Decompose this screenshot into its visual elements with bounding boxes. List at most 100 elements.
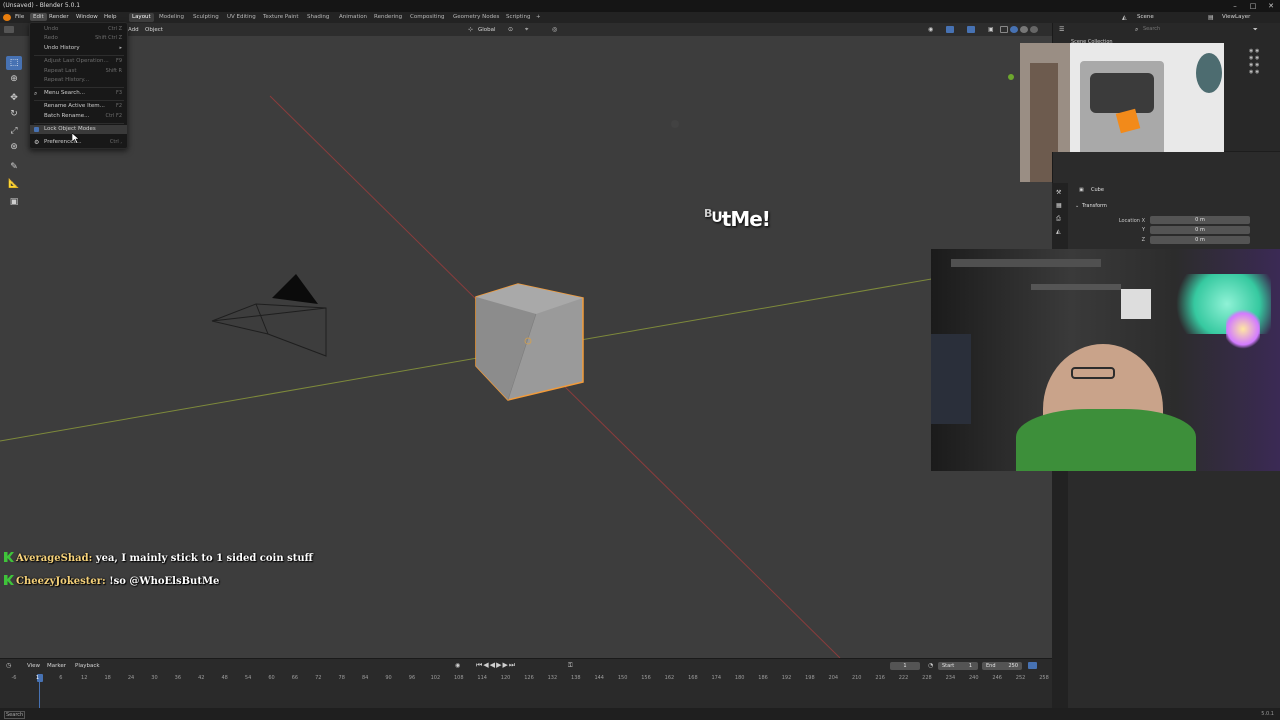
transform-icon[interactable]: ⊛ <box>6 140 22 154</box>
panel-collapse-icon[interactable]: ⌄ <box>1075 203 1079 209</box>
tab-modeling[interactable]: Modeling <box>156 13 187 22</box>
menu-edit[interactable]: Edit <box>30 13 47 21</box>
end-frame-field[interactable]: End 250 <box>982 662 1022 670</box>
menu-render[interactable]: Render <box>49 14 69 20</box>
menu-search-label: Menu Search... <box>44 90 85 96</box>
add-workspace-button[interactable]: + <box>533 13 544 22</box>
transform-orientation-dropdown[interactable]: Global <box>478 27 496 33</box>
editor-type-icon[interactable] <box>4 26 14 33</box>
outliner-search-input[interactable]: Search <box>1143 26 1160 32</box>
menu-item-batch-rename[interactable]: Batch Rename... Ctrl F2 <box>30 112 127 121</box>
tab-shading[interactable]: Shading <box>304 13 332 22</box>
timeline-menu-playback[interactable]: Playback <box>75 663 100 669</box>
chat-username: CheezyJokester: <box>16 576 106 587</box>
menu-item-undo-history[interactable]: Undo History ▸ <box>30 44 127 53</box>
filter-icon[interactable]: ⏷ <box>1253 26 1258 34</box>
tab-texture-paint[interactable]: Texture Paint <box>260 13 302 22</box>
output-tab-icon[interactable]: ⎙ <box>1056 215 1061 223</box>
close-icon[interactable]: ✕ <box>1262 0 1280 12</box>
transform-panel-title[interactable]: Transform <box>1082 203 1107 209</box>
menu-item-redo[interactable]: Redo Shift Ctrl Z <box>30 34 127 43</box>
shading-solid-icon[interactable] <box>1010 26 1018 33</box>
timeline-editor-icon[interactable]: ◷ <box>6 662 11 669</box>
visibility-toggle-icons[interactable]: ◉ ◉ ◉ ◉ ◉ ◉ ◉ ◉ <box>1249 48 1259 76</box>
snap-icon[interactable]: ⌖ <box>525 26 528 34</box>
stopwatch-icon[interactable]: ◔ <box>928 662 933 669</box>
shading-wireframe-icon[interactable] <box>1000 26 1008 33</box>
location-z-field[interactable]: 0 m <box>1150 236 1250 244</box>
kick-badge-icon <box>4 552 14 562</box>
menu-object[interactable]: Object <box>145 27 163 33</box>
annotate-icon[interactable]: ✎ <box>6 160 22 174</box>
tab-animation[interactable]: Animation <box>336 13 370 22</box>
menu-item-menu-search[interactable]: ⌕ Menu Search... F3 <box>30 89 127 98</box>
current-frame-field[interactable]: 1 <box>890 662 920 670</box>
tab-compositing[interactable]: Compositing <box>407 13 447 22</box>
blender-logo-icon[interactable] <box>3 14 11 21</box>
outliner-editor-icon[interactable]: ☰ <box>1059 26 1064 33</box>
move-icon[interactable]: ✥ <box>6 91 22 105</box>
timeline-menu-marker[interactable]: Marker <box>47 663 66 669</box>
shading-rendered-icon[interactable] <box>1030 26 1038 33</box>
frame-tick-label: 36 <box>174 675 182 681</box>
tab-layout[interactable]: Layout <box>129 13 154 22</box>
tab-uv-editing[interactable]: UV Editing <box>224 13 259 22</box>
keying-icon[interactable]: ⚿ <box>568 662 573 670</box>
location-y-field[interactable]: 0 m <box>1150 226 1250 234</box>
measure-icon[interactable]: 📐 <box>6 177 22 191</box>
view-layer-selector[interactable]: ViewLayer <box>1222 14 1250 20</box>
scene-tab-icon[interactable]: ◭ <box>1056 228 1061 235</box>
cursor-icon[interactable]: ⊕ <box>6 72 22 86</box>
proportional-edit-icon[interactable]: ◎ <box>552 26 557 33</box>
chat-message: CheezyJokester: !so @WhoElsButMe <box>4 575 219 587</box>
view-layer-icon[interactable]: ▤ <box>1208 14 1214 21</box>
menu-item-repeat-history[interactable]: Repeat History... <box>30 76 127 85</box>
minimize-icon[interactable]: – <box>1226 0 1244 12</box>
pivot-icon[interactable]: ⊙ <box>508 26 513 33</box>
tab-rendering[interactable]: Rendering <box>371 13 405 22</box>
maximize-icon[interactable]: □ <box>1244 0 1262 12</box>
render-tab-icon[interactable]: ▦ <box>1056 202 1062 209</box>
location-x-field[interactable]: 0 m <box>1150 216 1250 224</box>
tab-scripting[interactable]: Scripting <box>503 13 533 22</box>
menu-item-rename-active[interactable]: Rename Active Item... F2 <box>30 102 127 111</box>
tab-geometry-nodes[interactable]: Geometry Nodes <box>450 13 502 22</box>
3d-viewport[interactable] <box>0 36 1052 658</box>
playback-controls-icon[interactable]: ⏮◀◀▶▶⏭ <box>476 661 516 670</box>
gizmo-toggle-icon[interactable] <box>946 26 954 33</box>
statusbar-search-input[interactable]: Search <box>4 711 26 719</box>
frame-tick-label: 12 <box>81 675 88 681</box>
shading-material-icon[interactable] <box>1020 26 1028 33</box>
scene-icon[interactable]: ◭ <box>1122 14 1127 21</box>
add-cube-icon[interactable]: ▣ <box>6 195 22 209</box>
start-frame-field[interactable]: Start 1 <box>938 662 978 670</box>
status-bar: Search 5.0.1 <box>0 708 1280 720</box>
record-icon[interactable]: ◉ <box>455 662 460 669</box>
menu-window[interactable]: Window <box>76 14 98 20</box>
frame-tick-label: 174 <box>711 675 722 681</box>
undo-history-label: Undo History <box>44 45 80 51</box>
menu-file[interactable]: File <box>15 14 24 20</box>
menu-item-adjust-last[interactable]: Adjust Last Operation... F9 <box>30 57 127 66</box>
auto-key-toggle-icon[interactable] <box>1028 662 1037 669</box>
menu-help[interactable]: Help <box>104 14 117 20</box>
menu-add[interactable]: Add <box>128 27 139 33</box>
scene-selector[interactable]: Scene <box>1137 14 1154 20</box>
object-name-field[interactable]: Cube <box>1091 187 1104 193</box>
timeline-menu-view[interactable]: View <box>27 663 40 669</box>
menu-item-repeat-last[interactable]: Repeat Last Shift R <box>30 67 127 76</box>
select-box-icon[interactable]: ⬚ <box>6 56 22 70</box>
scale-icon[interactable]: ⤢ <box>6 124 22 138</box>
rotate-icon[interactable]: ↻ <box>6 107 22 121</box>
menu-item-undo[interactable]: Undo Ctrl Z <box>30 25 127 34</box>
checkbox-icon[interactable] <box>34 127 39 132</box>
repeat-last-label: Repeat Last <box>44 68 77 74</box>
xray-icon[interactable]: ▣ <box>988 26 994 33</box>
visibility-icon[interactable]: ◉ <box>928 26 933 33</box>
start-label: Start <box>942 663 955 669</box>
tab-sculpting[interactable]: Sculpting <box>190 13 222 22</box>
overlay-toggle-icon[interactable] <box>967 26 975 33</box>
tool-tab-icon[interactable]: ⚒ <box>1056 189 1061 196</box>
location-y-label: Y <box>1141 227 1145 233</box>
chat-username: AverageShad: <box>16 553 93 564</box>
